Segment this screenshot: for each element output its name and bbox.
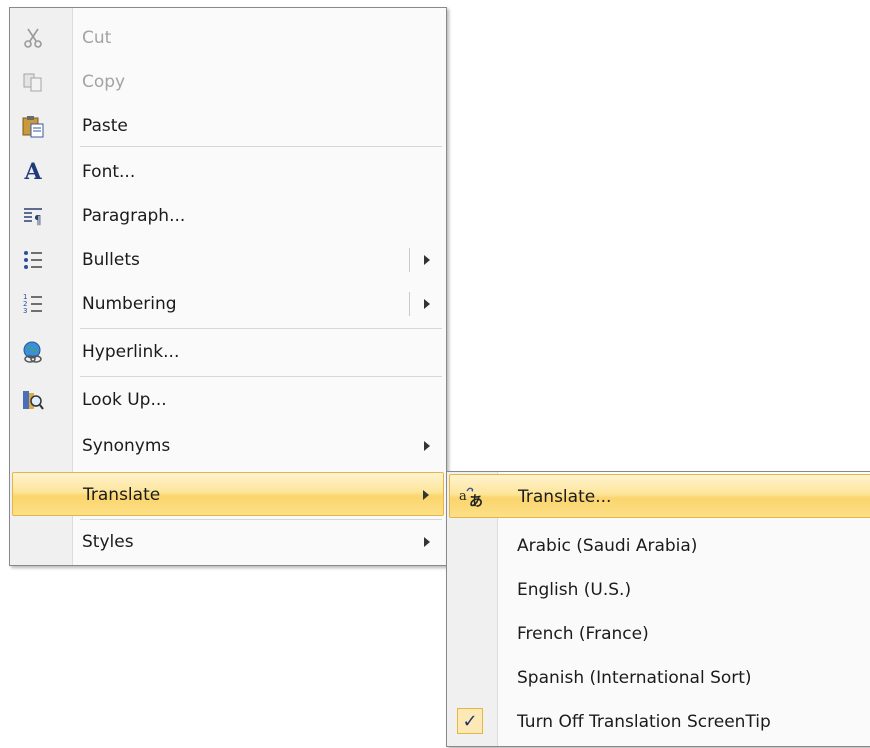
submenu-arrow-icon <box>423 490 429 500</box>
menu-item-label: Hyperlink... <box>82 342 180 362</box>
menu-item-label: Bullets <box>82 250 140 270</box>
menu-item-synonyms[interactable]: Synonyms <box>12 424 444 468</box>
menu-item-label: Turn Off Translation ScreenTip <box>517 712 771 732</box>
menu-separator <box>80 146 442 147</box>
font-icon: A <box>24 159 42 185</box>
numbering-icon: 123 <box>20 291 46 317</box>
copy-icon <box>20 69 46 95</box>
submenu-item-english[interactable]: English (U.S.) <box>449 568 870 612</box>
menu-item-numbering[interactable]: 123 Numbering <box>12 282 444 326</box>
submenu-item-turn-off-screentip[interactable]: ✓ Turn Off Translation ScreenTip <box>449 700 870 744</box>
translate-icon: aあ <box>458 484 484 510</box>
menu-item-copy[interactable]: Copy <box>12 60 444 104</box>
translate-submenu: aあ Translate... Arabic (Saudi Arabia) En… <box>446 471 870 747</box>
research-icon <box>20 387 46 413</box>
menu-item-label: English (U.S.) <box>517 580 632 600</box>
menu-item-styles[interactable]: Styles <box>12 520 444 564</box>
submenu-arrow-icon[interactable] <box>424 299 430 309</box>
menu-item-look-up[interactable]: Look Up... <box>12 378 444 422</box>
bullets-icon <box>20 247 46 273</box>
submenu-item-spanish[interactable]: Spanish (International Sort) <box>449 656 870 700</box>
menu-item-label: Synonyms <box>82 436 171 456</box>
submenu-item-translate[interactable]: aあ Translate... <box>449 474 870 518</box>
menu-item-paragraph[interactable]: ¶ Paragraph... <box>12 194 444 238</box>
svg-text:3: 3 <box>23 307 27 315</box>
menu-item-label: Cut <box>82 28 112 48</box>
menu-item-label: Font... <box>82 162 136 182</box>
hyperlink-icon <box>20 339 46 365</box>
submenu-arrow-icon[interactable] <box>424 255 430 265</box>
menu-item-label: Translate... <box>518 487 612 507</box>
scissors-icon <box>20 25 46 51</box>
menu-item-translate[interactable]: Translate <box>12 472 444 516</box>
menu-item-label: Look Up... <box>82 390 167 410</box>
menu-item-label: Copy <box>82 72 126 92</box>
submenu-item-arabic[interactable]: Arabic (Saudi Arabia) <box>449 524 870 568</box>
submenu-arrow-icon <box>424 441 430 451</box>
context-menu: Cut Copy Paste A Font... ¶ Paragraph... … <box>9 7 447 566</box>
submenu-item-french[interactable]: French (France) <box>449 612 870 656</box>
menu-separator <box>80 328 442 329</box>
menu-item-cut[interactable]: Cut <box>12 16 444 60</box>
menu-item-label: Styles <box>82 532 134 552</box>
menu-separator <box>80 376 442 377</box>
menu-item-bullets[interactable]: Bullets <box>12 238 444 282</box>
menu-item-font[interactable]: A Font... <box>12 150 444 194</box>
svg-text:a: a <box>459 489 467 504</box>
menu-item-paste[interactable]: Paste <box>12 104 444 148</box>
split-divider <box>409 292 410 316</box>
split-divider <box>409 248 410 272</box>
menu-item-label: Spanish (International Sort) <box>517 668 752 688</box>
menu-item-label: French (France) <box>517 624 649 644</box>
checkmark-icon: ✓ <box>457 708 483 734</box>
menu-item-label: Paragraph... <box>82 206 186 226</box>
menu-item-label: Arabic (Saudi Arabia) <box>517 536 698 556</box>
paste-icon <box>20 113 46 139</box>
svg-text:あ: あ <box>469 494 483 509</box>
menu-item-hyperlink[interactable]: Hyperlink... <box>12 330 444 374</box>
menu-item-label: Translate <box>83 485 161 505</box>
menu-item-label: Paste <box>82 116 128 136</box>
menu-item-label: Numbering <box>82 294 177 314</box>
submenu-arrow-icon <box>424 537 430 547</box>
paragraph-icon: ¶ <box>20 203 46 229</box>
svg-text:¶: ¶ <box>34 213 42 227</box>
